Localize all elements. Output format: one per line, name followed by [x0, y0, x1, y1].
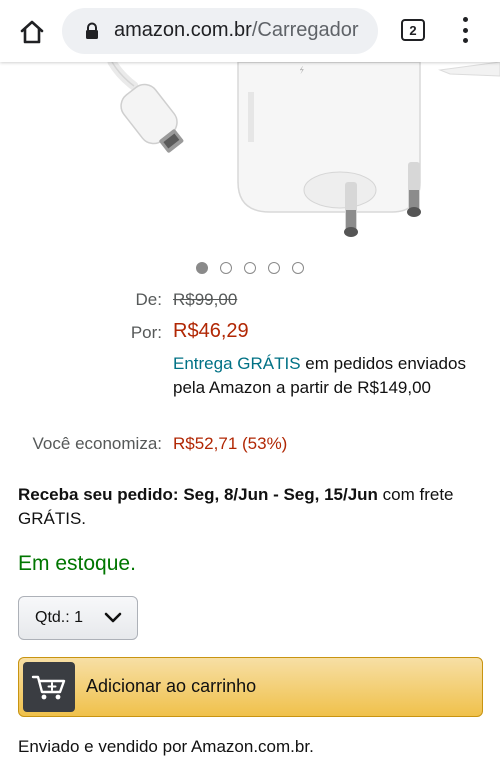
free-shipping-info: Entrega GRÁTIS em pedidos enviados pela …	[173, 352, 483, 400]
list-price-value: R$99,00	[173, 290, 238, 309]
list-price-label: De:	[135, 290, 162, 309]
carousel-dot[interactable]	[292, 262, 304, 274]
product-image[interactable]: ⚡	[0, 62, 500, 252]
tab-switcher-button[interactable]: 2	[401, 19, 425, 41]
more-menu-icon[interactable]	[455, 15, 475, 45]
quantity-label: Qtd.:	[35, 609, 70, 626]
cart-icon	[23, 662, 75, 712]
delivery-estimate: Receba seu pedido: Seg, 8/Jun - Seg, 15/…	[18, 483, 483, 531]
carousel-dot[interactable]	[220, 262, 232, 274]
url-domain: amazon.com.br	[114, 19, 252, 41]
browser-toolbar: amazon.com.br/Carregador 2	[0, 0, 500, 62]
sale-price-value: R$46,29	[173, 320, 249, 342]
sale-price-label: Por:	[130, 323, 162, 342]
quantity-select[interactable]: Qtd.: 1	[18, 596, 138, 640]
delivery-date: Receba seu pedido: Seg, 8/Jun - Seg, 15/…	[18, 485, 378, 504]
lock-icon	[84, 22, 100, 45]
quantity-value: 1	[74, 609, 84, 626]
chevron-down-icon	[103, 610, 123, 631]
carousel-dot[interactable]	[268, 262, 280, 274]
free-shipping-link[interactable]: Entrega GRÁTIS	[173, 354, 301, 373]
image-carousel-dots	[196, 262, 304, 274]
add-to-cart-label: Adicionar ao carrinho	[86, 676, 257, 696]
url-text: amazon.com.br/Carregador	[114, 19, 359, 42]
savings-label: Você economiza:	[32, 434, 162, 453]
carousel-dot[interactable]	[244, 262, 256, 274]
url-path: /Carregador	[251, 19, 359, 41]
sold-by-text: Enviado e vendido por Amazon.com.br.	[18, 737, 314, 756]
add-to-cart-button[interactable]: Adicionar ao carrinho	[18, 657, 483, 717]
address-bar[interactable]: amazon.com.br/Carregador	[62, 8, 378, 54]
savings-value: R$52,71 (53%)	[173, 434, 288, 453]
carousel-dot[interactable]	[196, 262, 208, 274]
stock-status: Em estoque.	[18, 552, 136, 575]
home-icon[interactable]	[14, 14, 50, 50]
